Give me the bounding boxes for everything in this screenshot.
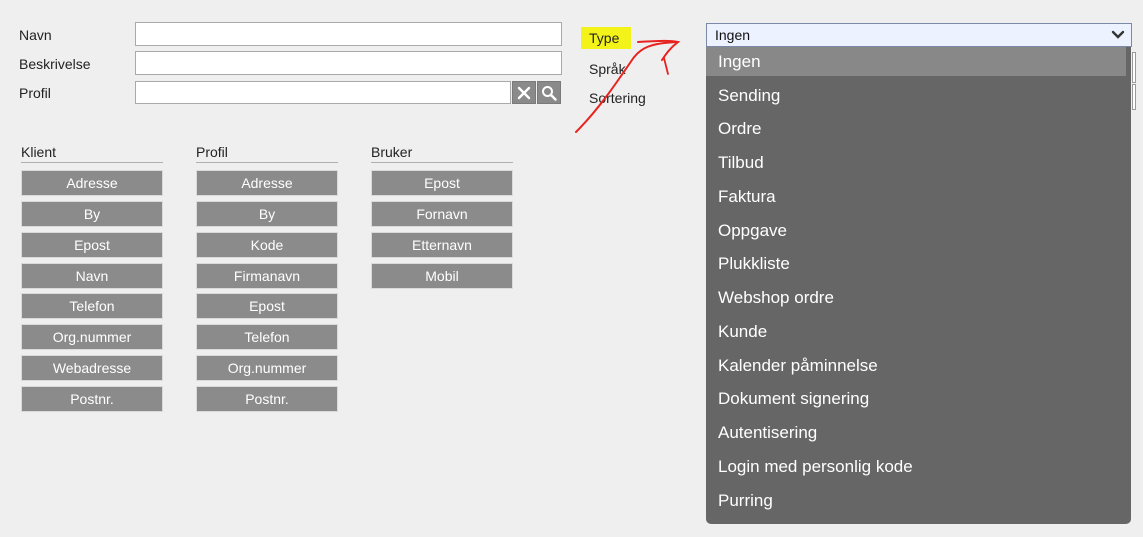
name-input[interactable]	[135, 22, 562, 46]
chevron-down-icon	[1111, 30, 1125, 39]
tag-button[interactable]: Postnr.	[196, 386, 338, 412]
dropdown-option[interactable]: Webshop ordre	[706, 283, 1126, 312]
dropdown-option[interactable]: Purring	[706, 486, 1126, 515]
sorting-select-edge[interactable]	[1132, 84, 1136, 110]
tag-button[interactable]: By	[21, 201, 163, 227]
tag-button[interactable]: Firmanavn	[196, 263, 338, 289]
tag-button[interactable]: By	[196, 201, 338, 227]
dropdown-option[interactable]: Dokument signering	[706, 384, 1126, 413]
tag-button[interactable]: Webadresse	[21, 355, 163, 381]
tag-button[interactable]: Epost	[196, 293, 338, 319]
language-select-edge[interactable]	[1132, 52, 1136, 83]
column-title-profil: Profil	[196, 144, 338, 163]
dropdown-option[interactable]: Autentisering	[706, 418, 1126, 447]
tag-button[interactable]: Etternavn	[371, 232, 513, 258]
description-label: Beskrivelse	[19, 56, 91, 72]
tag-button[interactable]: Org.nummer	[21, 324, 163, 350]
description-input[interactable]	[135, 51, 562, 75]
tag-button[interactable]: Adresse	[21, 170, 163, 196]
tag-button[interactable]: Navn	[21, 263, 163, 289]
search-icon	[542, 85, 557, 101]
clear-button[interactable]	[512, 81, 536, 104]
name-label: Navn	[19, 27, 52, 43]
close-icon	[517, 86, 531, 99]
dropdown-option[interactable]: Sending	[706, 81, 1126, 110]
tag-button[interactable]: Mobil	[371, 263, 513, 289]
search-button[interactable]	[537, 81, 561, 104]
tag-button[interactable]: Epost	[21, 232, 163, 258]
tag-button[interactable]: Telefon	[21, 293, 163, 319]
tag-button[interactable]: Postnr.	[21, 386, 163, 412]
dropdown-option[interactable]: Kalender påminnelse	[706, 351, 1126, 380]
annotation-arrow-icon	[575, 39, 681, 133]
type-select-value: Ingen	[715, 27, 751, 43]
tag-button[interactable]: Org.nummer	[196, 355, 338, 381]
tag-button[interactable]: Fornavn	[371, 201, 513, 227]
tag-button[interactable]: Epost	[371, 170, 513, 196]
type-select[interactable]: Ingen	[706, 23, 1132, 47]
column-title-klient: Klient	[21, 144, 163, 163]
tag-button[interactable]: Telefon	[196, 324, 338, 350]
dropdown-option[interactable]: Ingen	[706, 47, 1126, 76]
dropdown-option[interactable]: Tilbud	[706, 148, 1126, 177]
dropdown-option[interactable]: Kunde	[706, 317, 1126, 346]
dropdown-option[interactable]: Login med personlig kode	[706, 452, 1126, 481]
dropdown-option[interactable]: Plukkliste	[706, 249, 1126, 278]
tag-button[interactable]: Adresse	[196, 170, 338, 196]
profile-label: Profil	[19, 85, 51, 101]
type-dropdown-list: Ingen Sending Ordre Tilbud Faktura Oppga…	[706, 47, 1131, 524]
dropdown-option[interactable]: Ordre	[706, 114, 1126, 143]
profile-input[interactable]	[135, 81, 511, 104]
column-title-bruker: Bruker	[371, 144, 513, 163]
tag-button[interactable]: Kode	[196, 232, 338, 258]
dropdown-option[interactable]: Oppgave	[706, 216, 1126, 245]
dropdown-option[interactable]: Faktura	[706, 182, 1126, 211]
